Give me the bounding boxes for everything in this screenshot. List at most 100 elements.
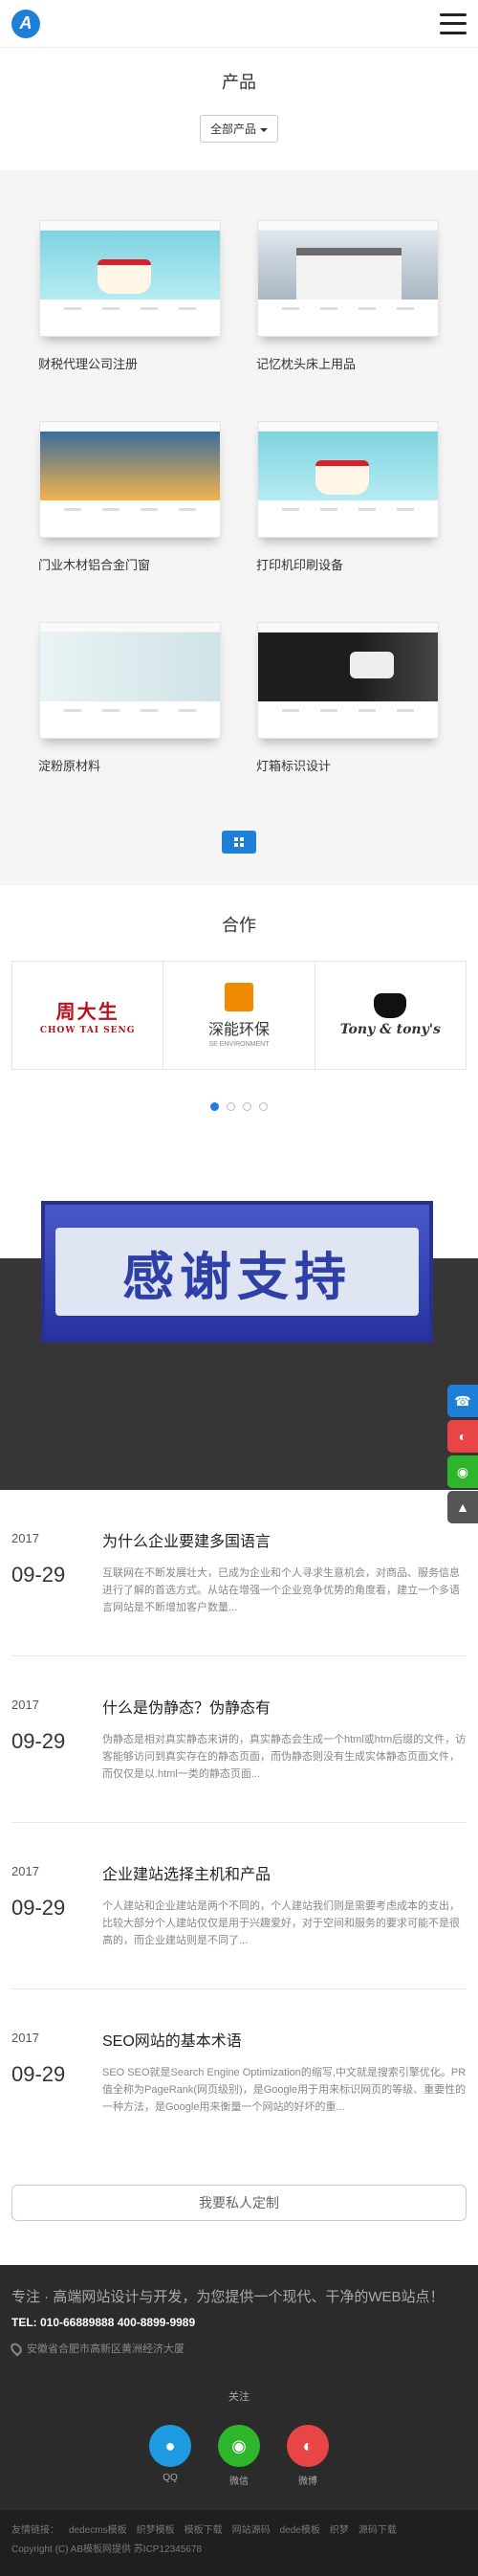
top-header: A <box>0 0 478 48</box>
footer-address: 安徽省合肥市高新区黄洲经济大厦 <box>8 2340 467 2357</box>
friend-link[interactable]: 织梦 <box>330 2525 349 2536</box>
carousel-dot[interactable] <box>259 1102 268 1111</box>
weibo-icon[interactable]: ◐ <box>287 2425 329 2467</box>
side-toolbar: ☎ ◐ ◉ ▲ <box>447 1385 478 1526</box>
carousel-dot[interactable] <box>227 1102 235 1111</box>
tony-face-icon <box>374 993 407 1018</box>
product-label[interactable]: 门业木材铝合金门窗 <box>38 555 222 573</box>
footer-bottom: 友情链接： dedecms模板 织梦模板 模板下载 网站源码 dede模板 织梦 源码下载 C… <box>0 2510 478 2576</box>
partners-section: 合作 周大生 CHOW TAI SENG 深能环保 SE ENVIRONMENT… <box>0 885 478 1201</box>
news-list: 2017 09-29 为什么企业要建多国语言互联网在不断发展壮大，已成为企业和个人… <box>0 1490 478 2156</box>
partners-title: 合作 <box>222 916 256 935</box>
product-thumbnail[interactable] <box>257 622 439 739</box>
partner-name: 周大生 <box>55 999 120 1023</box>
links-label: 友情链接： <box>11 2525 59 2536</box>
product-thumbnail[interactable] <box>257 421 439 538</box>
news-item[interactable]: 2017 09-29 为什么企业要建多国语言互联网在不断发展壮大，已成为企业和个人… <box>11 1490 467 1656</box>
thanks-banner: 感谢支持 <box>41 1201 433 1343</box>
news-date: 09-29 <box>11 1563 66 1587</box>
partner-logo-chow-tai-seng[interactable]: 周大生 CHOW TAI SENG <box>12 962 164 1069</box>
footer: 专注 · 高端网站设计与开发，为您提供一个现代、干净的WEB站点！ TEL: 0… <box>0 2265 478 2510</box>
products-title: 产品 <box>222 73 256 92</box>
partner-name-en: CHOW TAI SENG <box>39 1025 136 1035</box>
product-label[interactable]: 灯箱标识设计 <box>256 756 440 774</box>
copyright: Copyright (C) AB模板网提供 苏ICP12345678 <box>11 2544 202 2555</box>
hamburger-icon[interactable] <box>440 12 467 34</box>
product-thumbnail[interactable] <box>257 220 439 337</box>
social-wechat[interactable]: ◉ 微信 <box>218 2425 260 2487</box>
thanks-banner-section: 感谢支持 <box>0 1201 478 1428</box>
more-products-button[interactable] <box>222 831 256 854</box>
product-card[interactable]: 淀粉原材料 <box>38 622 222 788</box>
news-desc: 个人建站和企业建站是两个不同的，个人建站我们则是需要考虑成本的支出，比较大部分个… <box>102 1900 460 1946</box>
partner-carousel[interactable]: 周大生 CHOW TAI SENG 深能环保 SE ENVIRONMENT To… <box>11 961 467 1070</box>
caret-down-icon <box>260 127 268 132</box>
grid-icon <box>234 837 244 847</box>
product-label[interactable]: 记忆枕头床上用品 <box>256 354 440 372</box>
product-label[interactable]: 财税代理公司注册 <box>38 354 222 372</box>
arrow-up-icon[interactable]: ▲ <box>447 1491 478 1523</box>
news-date: 09-29 <box>11 1729 66 1753</box>
partner-name: Tony & tony's <box>339 1022 441 1037</box>
friend-link[interactable]: dede模板 <box>280 2525 320 2536</box>
partner-name: 深能环保 <box>207 1022 270 1038</box>
friend-link[interactable]: 织梦模板 <box>137 2525 175 2536</box>
product-card[interactable]: 记忆枕头床上用品 <box>256 220 440 387</box>
friend-link[interactable]: 模板下载 <box>185 2525 223 2536</box>
footer-tel[interactable]: TEL: 010-66889888 400-8899-9989 <box>11 2316 467 2329</box>
news-date: 09-29 <box>11 1896 66 1920</box>
partner-name-en: SE ENVIRONMENT <box>208 1041 270 1048</box>
news-year: 2017 <box>11 1864 39 1878</box>
carousel-dot[interactable] <box>243 1102 251 1111</box>
product-card[interactable]: 财税代理公司注册 <box>38 220 222 387</box>
product-thumbnail[interactable] <box>39 220 221 337</box>
weibo-icon[interactable]: ◐ <box>447 1420 478 1453</box>
friend-link[interactable]: 源码下载 <box>358 2525 397 2536</box>
custom-request-button[interactable]: 我要私人定制 <box>11 2185 467 2221</box>
product-card[interactable]: 打印机印刷设备 <box>256 421 440 588</box>
news-desc: 伪静态是相对真实静态来讲的，真实静态会生成一个html或htm后缀的文件，访客能… <box>102 1734 467 1780</box>
news-title[interactable]: 企业建站选择主机和产品 <box>102 1861 467 1884</box>
qq-icon[interactable]: ● <box>149 2425 191 2467</box>
news-item[interactable]: 2017 09-29 SEO网站的基本术语 SEO SEO就是Search Engi… <box>11 1989 467 2156</box>
news-year: 2017 <box>11 2031 39 2045</box>
news-desc: 互联网在不断发展壮大，已成为企业和个人寻求生意机会，对商品、服务信息进行了解的首… <box>102 1567 460 1613</box>
wechat-icon[interactable]: ◉ <box>218 2425 260 2467</box>
logo[interactable]: A <box>11 9 40 38</box>
carousel-pagination <box>0 1102 478 1111</box>
news-title[interactable]: 为什么企业要建多国语言 <box>102 1528 467 1551</box>
footer-slogan: 专注 · 高端网站设计与开发，为您提供一个现代、干净的WEB站点！ <box>11 2289 445 2305</box>
product-card[interactable]: 灯箱标识设计 <box>256 622 440 788</box>
product-filter-label: 全部产品 <box>209 122 256 136</box>
social-label: 微博 <box>298 2476 317 2487</box>
carousel-dot[interactable] <box>210 1102 219 1111</box>
friend-link[interactable]: 网站源码 <box>232 2525 271 2536</box>
product-card[interactable]: 门业木材铝合金门窗 <box>38 421 222 588</box>
product-label[interactable]: 打印机印刷设备 <box>256 555 440 573</box>
news-year: 2017 <box>11 1698 39 1712</box>
news-title[interactable]: 什么是伪静态？伪静态有 <box>102 1695 467 1718</box>
social-links: ● QQ ◉ 微信 ◐ 微博 <box>11 2425 467 2487</box>
social-label: 微信 <box>229 2476 249 2487</box>
product-filter-dropdown[interactable]: 全部产品 <box>199 115 278 143</box>
social-weibo[interactable]: ◐ 微博 <box>287 2425 329 2487</box>
wechat-icon[interactable]: ◉ <box>447 1455 478 1488</box>
news-title[interactable]: SEO网站的基本术语 <box>102 2028 467 2051</box>
news-year: 2017 <box>11 1531 39 1545</box>
news-desc: SEO SEO就是Search Engine Optimization的缩写,中… <box>102 2067 467 2113</box>
news-item[interactable]: 2017 09-29 什么是伪静态？伪静态有伪静态是相对真实静态来讲的，真实静态会… <box>11 1656 467 1823</box>
se-logo-icon <box>224 983 253 1011</box>
phone-icon[interactable]: ☎ <box>447 1385 478 1417</box>
news-item[interactable]: 2017 09-29 企业建站选择主机和产品个人建站和企业建站是两个不同的，个人建… <box>11 1823 467 1989</box>
product-label[interactable]: 淀粉原材料 <box>38 756 222 774</box>
partner-logo-tony[interactable]: Tony & tony's <box>315 962 466 1069</box>
thanks-text: 感谢支持 <box>122 1248 352 1306</box>
product-thumbnail[interactable] <box>39 421 221 538</box>
products-header: 产品 全部产品 <box>0 48 478 170</box>
follow-heading: 关注 <box>228 2391 250 2403</box>
partner-logo-se-environment[interactable]: 深能环保 SE ENVIRONMENT <box>163 962 315 1069</box>
product-thumbnail[interactable] <box>39 622 221 739</box>
friend-link[interactable]: dedecms模板 <box>69 2525 127 2536</box>
social-qq[interactable]: ● QQ <box>149 2425 191 2487</box>
social-label: QQ <box>163 2473 178 2483</box>
